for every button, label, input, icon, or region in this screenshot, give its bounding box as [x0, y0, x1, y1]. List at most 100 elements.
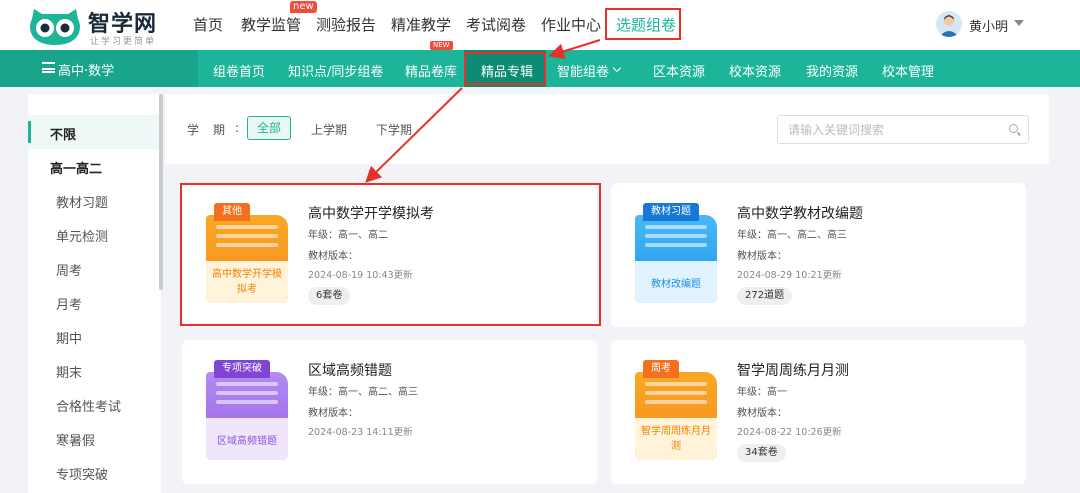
sidebar-item-holiday[interactable]: 寒暑假: [28, 421, 161, 455]
category-sidebar: 不限 高一高二 教材习题 单元检测 周考 月考 期中 期末 合格性考试 寒暑假 …: [28, 94, 161, 493]
search-input[interactable]: [788, 121, 998, 139]
sidebar-item-final[interactable]: 期末: [28, 353, 161, 387]
album-edition: 教材版本：: [737, 251, 787, 262]
subject-label: 高中·数学: [58, 64, 115, 79]
cover-tag: 专项突破: [214, 360, 270, 378]
sub-nav: 高中·数学 组卷首页 知识点/同步组卷 精品卷库 精品专辑 智能组卷 区本资源 …: [0, 50, 1080, 87]
caret-down-icon[interactable]: [1014, 20, 1024, 26]
album-cover: 教材习题 教材改编题: [635, 203, 717, 303]
album-grade: 年级：高一、高二: [308, 230, 388, 241]
tab-smart-paper[interactable]: 智能组卷: [557, 61, 609, 80]
avatar: [936, 11, 962, 37]
sidebar-item-unlimited[interactable]: 不限: [28, 115, 161, 149]
sidebar-item-unit-test[interactable]: 单元检测: [28, 217, 161, 251]
album-updated-at: 2024-08-29 10:21更新: [737, 270, 842, 281]
cover-lines: [216, 382, 278, 409]
search-icon[interactable]: [1009, 124, 1018, 133]
owl-logo-icon: [30, 9, 80, 45]
new-badge: NEW: [430, 41, 453, 50]
tab-school-resources[interactable]: 校本资源: [729, 61, 781, 80]
sidebar-item-special-topic[interactable]: 专项突破: [28, 455, 161, 489]
cover-tag: 周考: [643, 360, 679, 378]
album-cover: 周考 智学周周练月月测: [635, 360, 717, 460]
semester-filter-label: 学期: [187, 123, 240, 137]
album-edition: 教材版本：: [737, 408, 787, 419]
cover-tag: 其他: [214, 203, 250, 221]
sidebar-item-label: 寒暑假: [56, 434, 96, 449]
album-cover: 其他 高中数学开学模拟考: [206, 203, 288, 303]
sidebar-item-qualification-exam[interactable]: 合格性考试: [28, 387, 161, 421]
callout-highlight-box: [605, 8, 681, 40]
album-cover: 专项突破 区域高频错题: [206, 360, 288, 460]
tab-district-resources[interactable]: 区本资源: [653, 61, 705, 80]
sidebar-item-label: 专项突破: [56, 468, 109, 483]
album-updated-at: 2024-08-23 14:11更新: [308, 427, 413, 438]
sidebar-group-grade-1-2[interactable]: 高一高二: [28, 149, 161, 183]
album-edition: 教材版本：: [308, 408, 358, 419]
album-title[interactable]: 高中数学开学模拟考: [308, 203, 434, 223]
filter-option-all[interactable]: 全部: [247, 116, 292, 140]
brand-logo[interactable]: 智学网 让学习更简单: [28, 3, 168, 47]
album-grade: 年级：高一: [737, 387, 787, 398]
sidebar-item-label: 教材习题: [56, 196, 109, 211]
sidebar-item-label: 合格性考试: [56, 400, 122, 415]
cover-text: 区域高频错题: [217, 436, 277, 447]
album-title[interactable]: 智学周周练月月测: [737, 360, 849, 380]
top-nav-test-report[interactable]: 测验报告: [316, 14, 376, 35]
menu-icon: [42, 62, 55, 73]
brand-slogan: 让学习更简单: [90, 37, 157, 47]
top-nav-teaching-supervision[interactable]: 教学监管: [241, 14, 301, 35]
user-avatar-icon: [939, 15, 959, 37]
filter-colon: :: [235, 121, 240, 135]
search-box: [777, 115, 1029, 144]
cover-tag: 教材习题: [643, 203, 699, 221]
sidebar-item-label: 单元检测: [56, 230, 109, 245]
tab-paper-home[interactable]: 组卷首页: [213, 61, 265, 80]
album-title[interactable]: 区域高频错题: [308, 360, 392, 380]
album-count-badge: 6套卷: [308, 287, 351, 305]
user-name: 黄小明: [969, 20, 1009, 35]
cover-lines: [645, 382, 707, 409]
top-nav-homework-center[interactable]: 作业中心: [541, 14, 601, 35]
cover-text: 教材改编题: [651, 279, 701, 290]
album-card[interactable]: 教材习题 教材改编题 高中数学教材改编题 年级：高一、高二、高三 教材版本： 2…: [611, 183, 1026, 327]
sidebar-scrollbar[interactable]: [159, 94, 163, 290]
new-badge: new: [290, 1, 317, 13]
album-updated-at: 2024-08-19 10:43更新: [308, 270, 413, 281]
album-count-badge: 34套卷: [737, 444, 786, 462]
sidebar-item-monthly-test[interactable]: 月考: [28, 285, 161, 319]
album-edition: 教材版本：: [308, 251, 358, 262]
cover-text: 高中数学开学模拟考: [212, 269, 282, 295]
sidebar-item-midterm[interactable]: 期中: [28, 319, 161, 353]
album-updated-at: 2024-08-22 10:26更新: [737, 427, 842, 438]
cover-lines: [645, 225, 707, 252]
callout-highlight-box: [464, 52, 546, 85]
sidebar-item-label: 期末: [56, 366, 83, 381]
album-grade: 年级：高一、高二、高三: [737, 230, 847, 241]
tab-premium-paper-library[interactable]: 精品卷库: [405, 61, 457, 80]
tab-school-management[interactable]: 校本管理: [882, 61, 934, 80]
cover-lines: [216, 225, 278, 252]
sidebar-item-weekly-test[interactable]: 周考: [28, 251, 161, 285]
filter-option-second-semester[interactable]: 下学期: [376, 121, 412, 138]
tab-knowledge-sync[interactable]: 知识点/同步组卷: [288, 61, 383, 80]
top-header: 智学网 让学习更简单 首页 教学监管 测验报告 精准教学 考试阅卷 作业中心 选…: [0, 0, 1080, 50]
filter-bar: 学期 : 全部 上学期 下学期: [165, 94, 1049, 164]
sidebar-item-textbook-exercises[interactable]: 教材习题: [28, 183, 161, 217]
album-card[interactable]: 周考 智学周周练月月测 智学周周练月月测 年级：高一 教材版本： 2024-08…: [611, 340, 1026, 484]
tab-my-resources[interactable]: 我的资源: [806, 61, 858, 80]
subject-selector[interactable]: 高中·数学: [0, 50, 198, 87]
sidebar-item-label: 不限: [50, 128, 77, 143]
album-grade: 年级：高一、高二、高三: [308, 387, 418, 398]
sidebar-item-label: 高一高二: [50, 162, 103, 177]
album-card[interactable]: 其他 高中数学开学模拟考 高中数学开学模拟考 年级：高一、高二 教材版本： 20…: [182, 183, 597, 327]
album-card[interactable]: 专项突破 区域高频错题 区域高频错题 年级：高一、高二、高三 教材版本： 202…: [182, 340, 597, 484]
top-nav-precision-teaching[interactable]: 精准教学: [391, 14, 451, 35]
cover-text: 智学周周练月月测: [641, 426, 711, 452]
album-title[interactable]: 高中数学教材改编题: [737, 203, 863, 223]
sidebar-item-label: 周考: [56, 264, 83, 279]
sidebar-item-label: 月考: [56, 298, 83, 313]
filter-option-first-semester[interactable]: 上学期: [311, 121, 347, 138]
top-nav-exam-marking[interactable]: 考试阅卷: [466, 14, 526, 35]
top-nav-home[interactable]: 首页: [193, 14, 223, 35]
